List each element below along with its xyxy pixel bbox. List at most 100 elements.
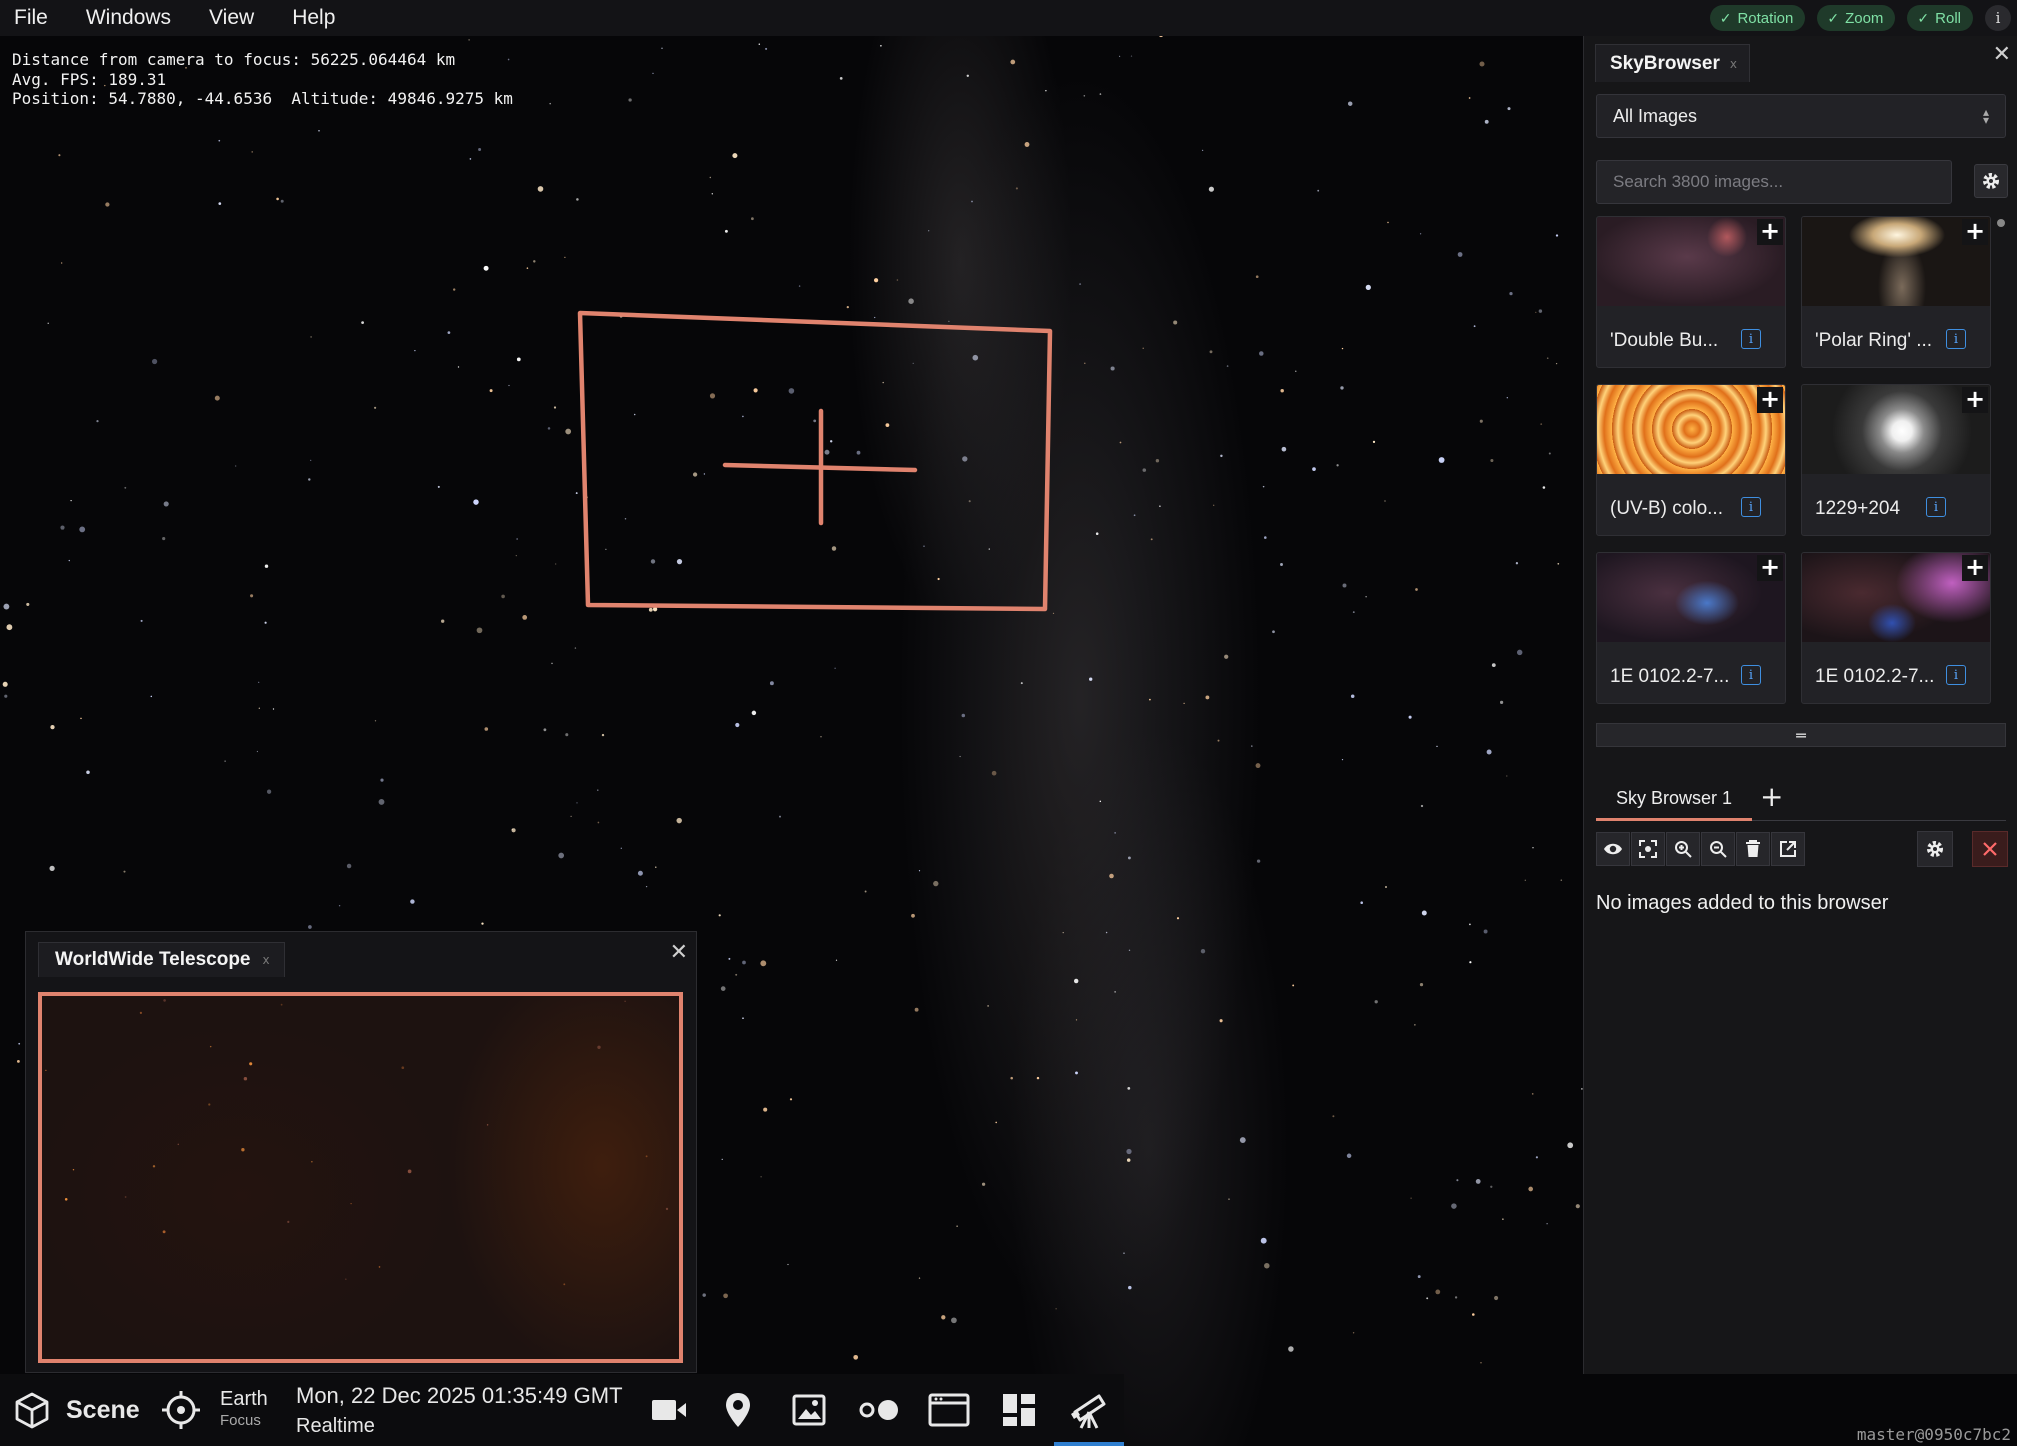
wwt-view[interactable] (38, 992, 683, 1363)
sky-target-box[interactable] (570, 305, 1060, 635)
image-card[interactable]: + (UV-B) colo... i (1596, 384, 1786, 536)
star (105, 202, 110, 207)
target-frame (577, 310, 1053, 612)
star (49, 865, 55, 872)
center-target-button[interactable] (1631, 832, 1665, 866)
add-browser-button[interactable]: + (1760, 782, 1783, 812)
image-card[interactable]: + 'Double Bu... i (1596, 216, 1786, 368)
star (995, 1121, 998, 1124)
add-image-button[interactable]: + (1757, 219, 1783, 245)
star (162, 1230, 166, 1234)
zoom-in-button[interactable] (1666, 832, 1700, 866)
star (1272, 630, 1275, 634)
browser-settings-button[interactable] (1917, 831, 1953, 867)
image-card[interactable]: + 1E 0102.2-7... i (1801, 552, 1991, 704)
star (124, 1196, 127, 1198)
menu-windows[interactable]: Windows (72, 6, 195, 30)
star (1280, 388, 1284, 393)
star (1264, 1262, 1270, 1269)
info-icon[interactable]: i (1926, 497, 1946, 517)
star (1548, 452, 1551, 455)
add-image-button[interactable]: + (1757, 555, 1783, 581)
zoom-out-button[interactable] (1701, 832, 1735, 866)
add-image-button[interactable]: + (1757, 387, 1783, 413)
scene-button[interactable]: Scene (14, 1374, 140, 1446)
star (264, 564, 269, 568)
image-search-input[interactable] (1596, 160, 1952, 204)
wwt-tab[interactable]: WorldWide Telescope x (38, 942, 285, 977)
user-panels-button[interactable] (928, 1374, 970, 1446)
navigation-button[interactable] (650, 1374, 688, 1446)
scrollbar-thumb[interactable] (1997, 219, 2005, 227)
geolocation-button[interactable] (724, 1374, 752, 1446)
star (1546, 357, 1549, 360)
star (742, 1017, 744, 1020)
add-image-button[interactable]: + (1962, 555, 1988, 581)
star (264, 621, 267, 624)
info-icon[interactable]: i (1946, 329, 1966, 349)
star (1045, 90, 1047, 92)
star (1075, 1019, 1078, 1021)
exoplanets-button[interactable] (858, 1374, 900, 1446)
menu-file[interactable]: File (0, 6, 72, 30)
skybrowser-close-icon[interactable]: ✕ (1993, 44, 2011, 66)
time-button[interactable]: Mon, 22 Dec 2025 01:35:49 GMT Realtime (296, 1374, 623, 1446)
star (47, 322, 49, 324)
star (1484, 119, 1489, 124)
search-settings-button[interactable] (1974, 164, 2008, 198)
star (150, 695, 153, 698)
image-card[interactable]: + 1229+204 i (1801, 384, 1991, 536)
image-card-name: 'Double Bu... (1610, 330, 1719, 351)
star (457, 366, 460, 368)
star (308, 925, 312, 929)
star (3, 603, 10, 610)
roll-toggle[interactable]: ✓ Roll (1907, 5, 1973, 31)
star (501, 594, 505, 599)
star (1264, 536, 1267, 539)
tab-sky-browser-1[interactable]: Sky Browser 1 (1596, 778, 1753, 821)
rotation-toggle[interactable]: ✓ Rotation (1709, 5, 1806, 31)
star (1421, 910, 1427, 916)
star (1142, 468, 1147, 472)
image-filter-select[interactable]: All Images ▴ ▾ (1596, 94, 2006, 138)
info-icon[interactable]: i (1946, 665, 1966, 685)
info-icon[interactable]: i (1741, 665, 1761, 685)
wwt-close-icon[interactable]: ✕ (670, 942, 688, 964)
skybrowser-tab-close-icon[interactable]: x (1730, 57, 1737, 71)
info-icon[interactable]: i (1741, 329, 1761, 349)
info-button[interactable]: i (1985, 5, 2011, 31)
skybrowser-button[interactable] (1069, 1374, 1109, 1446)
star (1099, 93, 1102, 95)
star (96, 419, 99, 423)
star (1408, 715, 1412, 719)
position-readout: Position: 54.7880, -44.6536 Altitude: 49… (12, 89, 513, 108)
open-external-button[interactable] (1771, 832, 1805, 866)
star (941, 1315, 946, 1320)
focus-name: Earth (220, 1388, 268, 1410)
actions-panel-button[interactable] (1002, 1374, 1036, 1446)
focus-button[interactable]: Earth Focus (160, 1374, 268, 1446)
panel-resize-handle[interactable]: ═ (1596, 723, 2006, 747)
star (235, 465, 237, 467)
star (1469, 961, 1472, 964)
menu-view[interactable]: View (195, 6, 278, 30)
screen-space-renderables-button[interactable] (792, 1374, 826, 1446)
wwt-tab-close-icon[interactable]: x (263, 953, 270, 967)
star (1150, 538, 1153, 541)
toggle-visibility-button[interactable] (1596, 832, 1630, 866)
menu-help[interactable]: Help (278, 6, 359, 30)
star (735, 722, 740, 728)
add-image-button[interactable]: + (1962, 387, 1988, 413)
delete-images-button[interactable] (1736, 832, 1770, 866)
star (447, 331, 451, 334)
info-icon[interactable]: i (1741, 497, 1761, 517)
image-card[interactable]: + 'Polar Ring' ... i (1801, 216, 1991, 368)
skybrowser-tab[interactable]: SkyBrowser x (1595, 44, 1750, 82)
add-image-button[interactable]: + (1962, 219, 1988, 245)
remove-browser-button[interactable] (1972, 831, 2008, 867)
star (123, 870, 126, 873)
check-icon: ✓ (1719, 9, 1732, 26)
star (1557, 562, 1560, 565)
zoom-toggle[interactable]: ✓ Zoom (1817, 5, 1896, 31)
image-card[interactable]: + 1E 0102.2-7... i (1596, 552, 1786, 704)
